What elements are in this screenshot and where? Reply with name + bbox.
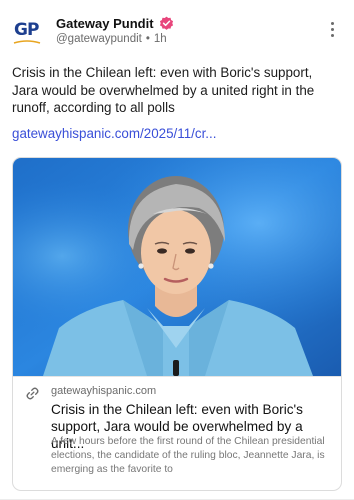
avatar-logo-text: GP (14, 20, 39, 40)
card-image (13, 158, 341, 376)
social-post: GP Gateway Pundit @gatewaypundit • 1h Cr… (0, 0, 354, 500)
avatar[interactable]: GP (12, 14, 46, 48)
meta-separator: • (145, 33, 150, 45)
author-handle[interactable]: @gatewaypundit (56, 33, 142, 45)
post-meta: @gatewaypundit • 1h (56, 33, 167, 45)
post-header: GP Gateway Pundit @gatewaypundit • 1h (12, 14, 342, 50)
author-name[interactable]: Gateway Pundit (56, 16, 154, 31)
link-preview-card[interactable]: gatewayhispanic.com Crisis in the Chilea… (12, 157, 342, 491)
more-options-icon[interactable] (326, 22, 338, 40)
card-description: A few hours before the first round of th… (51, 436, 325, 475)
verified-badge-icon (159, 16, 173, 30)
post-link[interactable]: gatewayhispanic.com/2025/11/cr... (12, 126, 216, 141)
post-text: Crisis in the Chilean left: even with Bo… (12, 65, 315, 115)
post-time[interactable]: 1h (154, 33, 167, 45)
card-domain: gatewayhispanic.com (51, 385, 157, 397)
author-name-row: Gateway Pundit (56, 14, 174, 32)
avatar-swoosh-icon (13, 40, 41, 44)
link-icon (26, 387, 39, 400)
card-body: gatewayhispanic.com Crisis in the Chilea… (13, 376, 341, 490)
